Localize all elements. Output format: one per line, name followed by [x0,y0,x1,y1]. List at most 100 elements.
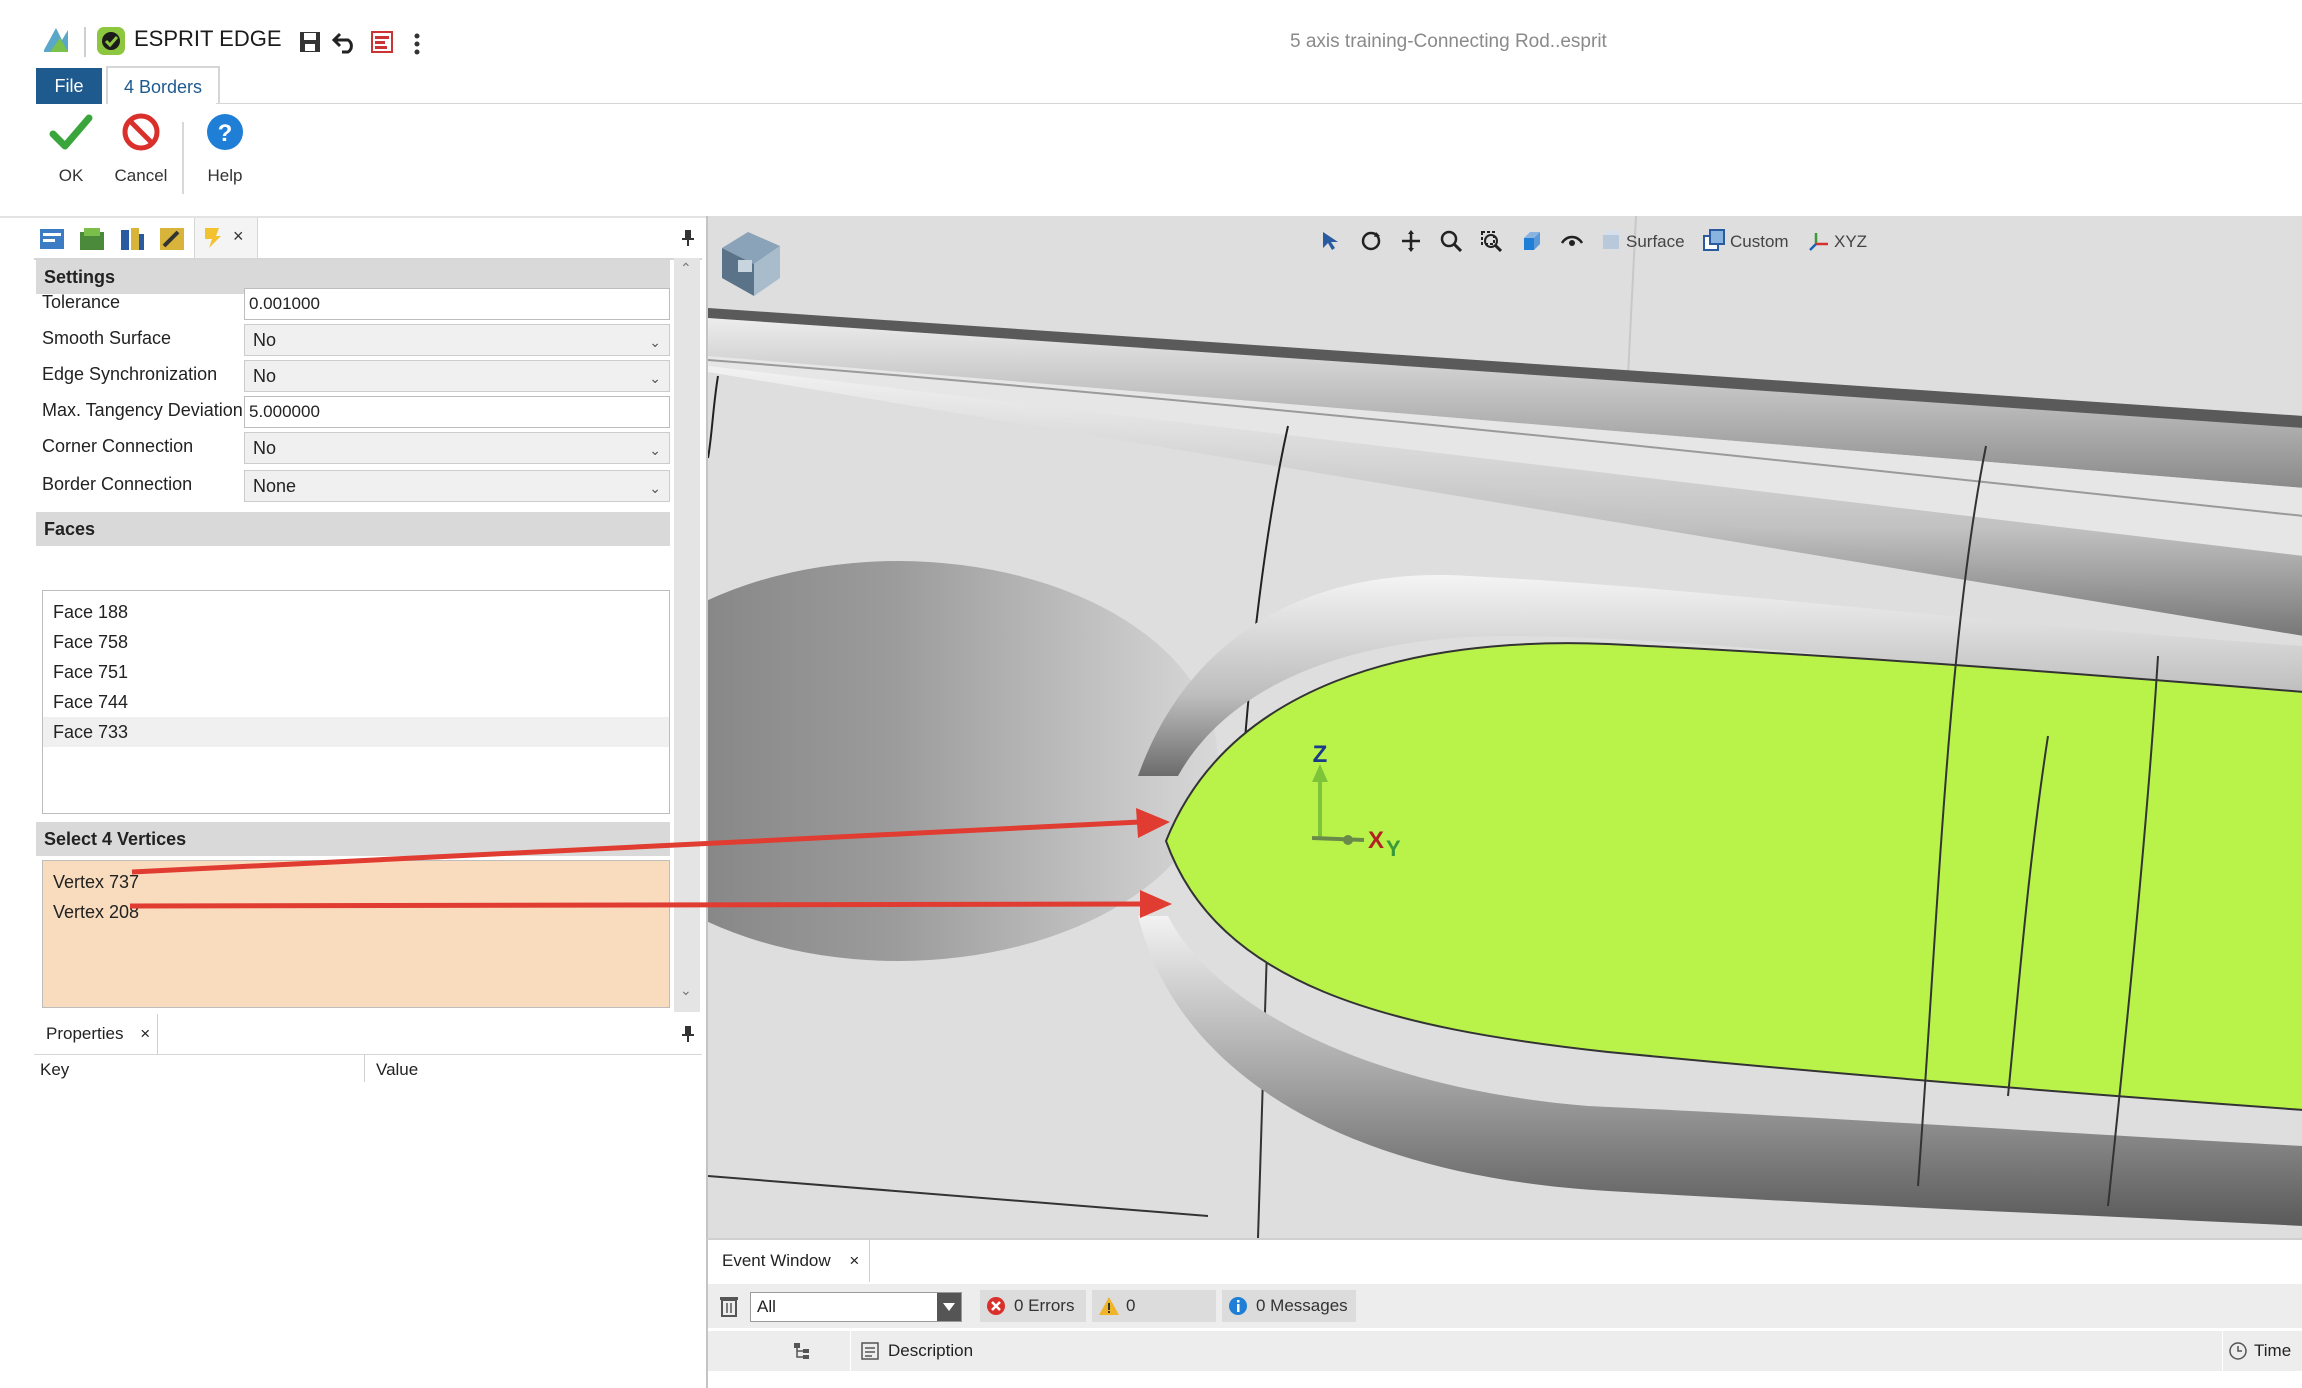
panel-close-icon[interactable]: × [233,226,244,247]
event-filter-value: All [757,1297,776,1316]
edge-sync-label: Edge Synchronization [42,364,218,384]
hierarchy-icon[interactable] [792,1341,812,1361]
ribbon-separator [182,122,184,194]
select-cursor-icon[interactable] [1320,230,1342,252]
tolerance-input[interactable]: 0.001000 [244,288,670,320]
pan-icon[interactable] [1400,230,1422,252]
pin-note-icon [205,228,221,248]
corner-connection-value: No [253,438,277,458]
graphics-viewport[interactable]: Z X Y [706,216,2302,1238]
surface-mode-label[interactable]: Surface [1626,232,1685,252]
event-toolbar: All 0 Errors 0 Warnings 0 Messages [708,1284,2302,1347]
tab-properties[interactable]: Properties × [34,1014,158,1054]
corner-connection-select[interactable]: No ⌄ [244,432,670,464]
faces-list[interactable]: Face 188 Face 758 Face 751 Face 744 Face… [42,590,670,814]
operations-icon[interactable] [118,226,146,252]
border-connection-select[interactable]: None ⌄ [244,470,670,502]
properties-tab-label: Properties [46,1024,124,1043]
features-icon[interactable] [78,226,106,252]
tolerance-label: Tolerance [42,292,121,312]
ok-label: OK [58,166,84,185]
undo-icon[interactable] [332,30,358,54]
border-connection-label: Border Connection [42,474,193,494]
zoom-icon[interactable] [1440,230,1462,252]
model-view[interactable]: Z X Y [708,216,2302,1238]
smooth-surface-label: Smooth Surface [42,328,172,348]
axis-x-label: X [1368,827,1384,854]
list-item-selected[interactable]: Face 733 [43,717,669,747]
axis-y-label: Y [1386,836,1401,861]
tools-icon[interactable] [158,226,186,252]
tree-view-icon[interactable] [38,226,66,252]
ok-button[interactable]: OK [36,112,106,186]
list-item[interactable]: Face 744 [43,687,669,717]
description-column-header[interactable]: Description [888,1341,973,1361]
time-column-header[interactable]: Time [2254,1341,2291,1361]
active-panel-tab[interactable]: × [194,218,258,258]
max-tangency-input[interactable]: 5.000000 [244,396,670,428]
coordinate-system-icon[interactable] [1808,230,1830,252]
zoom-window-icon[interactable] [1480,230,1502,252]
error-icon [987,1297,1005,1315]
description-icon [861,1342,879,1360]
custom-view-icon[interactable] [1702,228,1726,252]
corner-connection-label: Corner Connection [42,436,194,456]
tab-4-borders[interactable]: 4 Borders [106,66,220,106]
pin-icon[interactable] [682,1026,694,1042]
properties-header: Properties × [34,1014,702,1055]
scroll-up-icon[interactable]: ⌃ [680,260,692,277]
help-icon: ? [207,114,243,150]
properties-columns: Key Value [34,1054,702,1088]
pin-icon[interactable] [682,230,694,246]
chevron-down-icon: ⌄ [649,480,661,496]
xyz-view-label[interactable]: XYZ [1834,232,1867,252]
smooth-surface-select[interactable]: No ⌄ [244,324,670,356]
surface-shading-icon[interactable] [1600,230,1622,252]
view-orientation-icon[interactable] [1520,230,1542,252]
properties-close-icon[interactable]: × [140,1024,150,1043]
smooth-surface-value: No [253,330,277,350]
list-item[interactable]: Vertex 208 [43,897,669,927]
errors-count: 0 Errors [1014,1296,1075,1315]
left-panel: × Settings Tolerance 0.001000 Smooth Sur… [34,218,702,1386]
more-vertical-icon[interactable] [412,32,422,56]
info-icon [1229,1297,1247,1315]
tab-event-window[interactable]: Event Window × [708,1240,870,1282]
help-label: Help [207,166,243,185]
save-icon[interactable] [298,30,322,54]
column-divider [850,1331,851,1371]
clear-events-icon[interactable] [718,1294,740,1318]
visibility-icon[interactable] [1560,230,1584,252]
chevron-down-icon: ⌄ [649,442,661,458]
nc-code-icon[interactable] [370,30,394,54]
event-window-close-icon[interactable]: × [849,1251,859,1270]
scroll-down-icon[interactable]: ⌄ [680,982,692,999]
custom-view-label[interactable]: Custom [1730,232,1789,252]
messages-count: 0 Messages [1256,1296,1348,1315]
chevron-down-icon: ⌄ [649,370,661,386]
column-divider [364,1054,365,1082]
edge-sync-select[interactable]: No ⌄ [244,360,670,392]
vertex-list[interactable]: Vertex 737 Vertex 208 [42,860,670,1008]
dropdown-button[interactable] [937,1293,961,1321]
event-filter-select[interactable]: All [750,1292,962,1322]
rotate-icon[interactable] [1360,230,1382,252]
panel-scrollbar[interactable]: ⌃ ⌄ [674,258,700,1012]
warnings-filter-button[interactable]: 0 Warnings [1092,1290,1216,1347]
event-window-tab-label: Event Window [722,1251,831,1270]
column-divider [2222,1331,2223,1371]
list-item[interactable]: Face 188 [43,597,669,627]
esprit-logo-icon [44,28,68,52]
view-toolbar: Surface Custom XYZ [1318,222,1898,262]
list-item[interactable]: Face 751 [43,657,669,687]
chevron-down-icon: ⌄ [649,334,661,350]
errors-filter-button[interactable]: 0 Errors [980,1290,1086,1322]
clock-icon [2229,1342,2247,1360]
help-button[interactable]: ? Help [190,112,260,186]
list-item[interactable]: Face 758 [43,627,669,657]
messages-filter-button[interactable]: 0 Messages [1222,1290,1356,1322]
cancel-icon [122,113,160,151]
list-item[interactable]: Vertex 737 [43,867,669,897]
cancel-button[interactable]: Cancel [106,112,176,186]
tab-file[interactable]: File [36,68,102,104]
